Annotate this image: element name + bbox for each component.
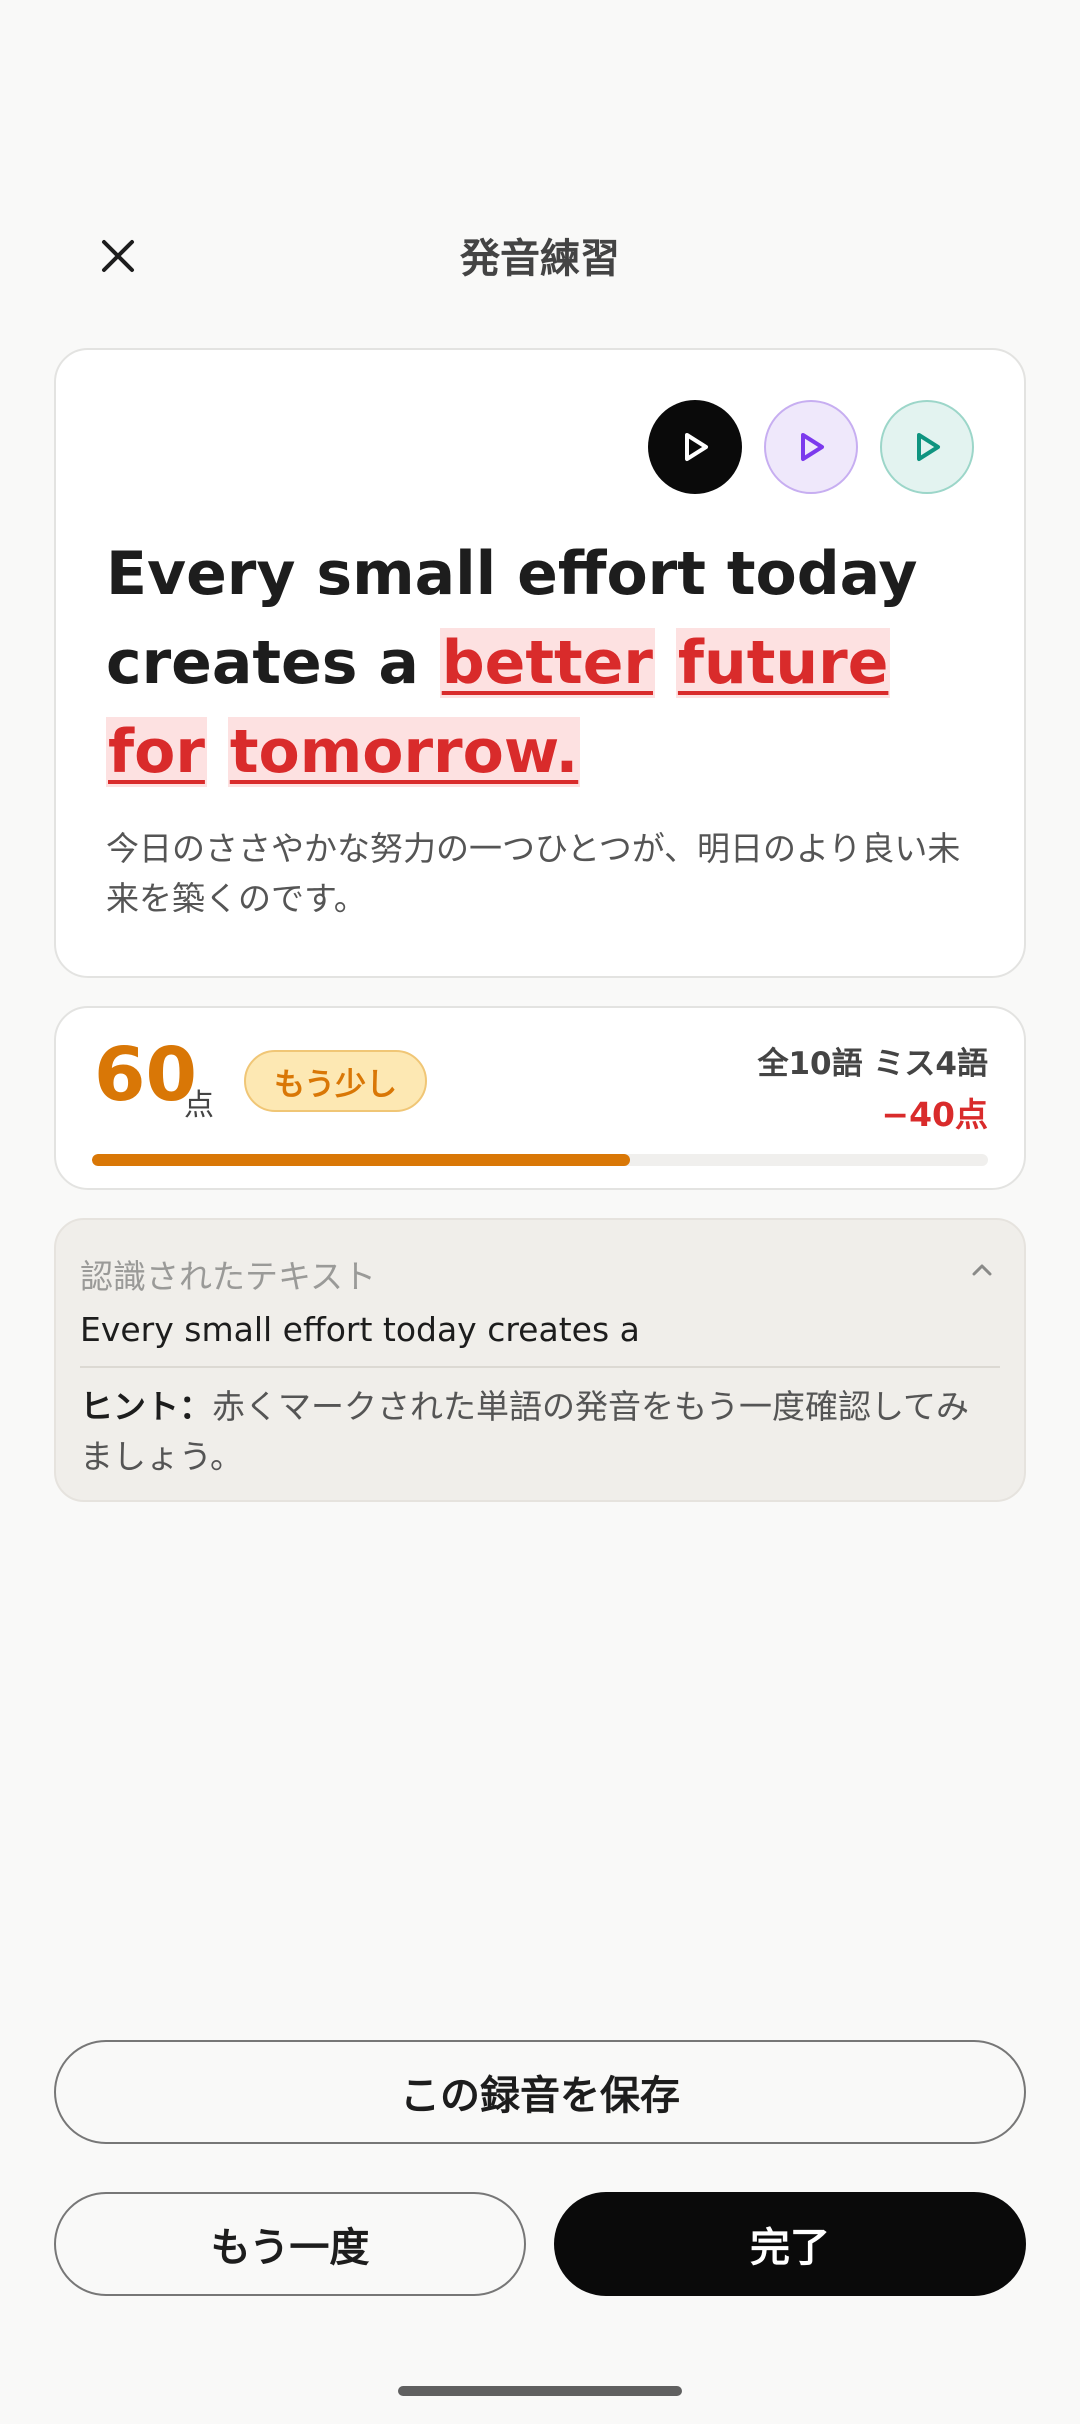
play-icon (801, 433, 824, 461)
page-title: 発音練習 (460, 236, 620, 282)
sentence-word: effort (517, 539, 706, 609)
save-recording-button[interactable]: この録音を保存 (54, 2040, 1026, 2144)
score-progress-track (92, 1154, 988, 1166)
playback-controls (648, 400, 974, 494)
retry-button[interactable]: もう一度 (54, 2192, 526, 2296)
sentence-card: Every small effort today creates a bette… (54, 348, 1026, 978)
play-recording-button[interactable] (880, 400, 974, 494)
sentence-word: a (378, 628, 419, 698)
score-progress-fill (92, 1154, 630, 1166)
sentence-word: today (726, 539, 918, 609)
recognized-text: Every small effort today creates a (80, 1310, 640, 1349)
translation-text: 今日のささやかな努力の一つひとつが、明日のより良い未来を築くのです。 (106, 829, 961, 918)
score-value: 60 (94, 1032, 197, 1118)
sentence-word: small (316, 539, 497, 609)
hint: ヒント：赤くマークされた単語の発音をもう一度確認してみましょう。 (80, 1382, 980, 1482)
chevron-up-icon (972, 1264, 992, 1276)
recognized-text-panel: 認識されたテキスト Every small effort today creat… (54, 1218, 1026, 1502)
missed-word[interactable]: better (439, 628, 656, 698)
sentence-word: creates (106, 628, 358, 698)
play-icon (917, 433, 940, 461)
home-indicator[interactable] (398, 2386, 682, 2396)
play-native-button[interactable] (648, 400, 742, 494)
penalty-text: −40点 (881, 1095, 988, 1134)
hint-text: 赤くマークされた単語の発音をもう一度確認してみましょう。 (80, 1387, 970, 1476)
score-badge: もう少し (244, 1050, 428, 1112)
header: 発音練習 (0, 200, 1080, 300)
word-count-stat: 全10語 ミス4語 (757, 1046, 988, 1082)
play-slow-button[interactable] (764, 400, 858, 494)
hint-label: ヒント： (80, 1387, 212, 1426)
target-sentence: Every small effort today creates a bette… (106, 530, 966, 797)
sentence-word: Every (106, 539, 296, 609)
missed-word[interactable]: tomorrow. (227, 717, 581, 787)
done-button[interactable]: 完了 (554, 2192, 1026, 2296)
missed-word[interactable]: for (106, 717, 207, 787)
play-icon (685, 433, 708, 461)
missed-word[interactable]: future (675, 628, 891, 698)
collapse-button[interactable] (966, 1254, 998, 1286)
score-card: 60 点 もう少し 全10語 ミス4語 −40点 (54, 1006, 1026, 1190)
divider (80, 1366, 1000, 1368)
recognized-label: 認識されたテキスト (80, 1257, 377, 1296)
score-unit: 点 (184, 1088, 214, 1123)
